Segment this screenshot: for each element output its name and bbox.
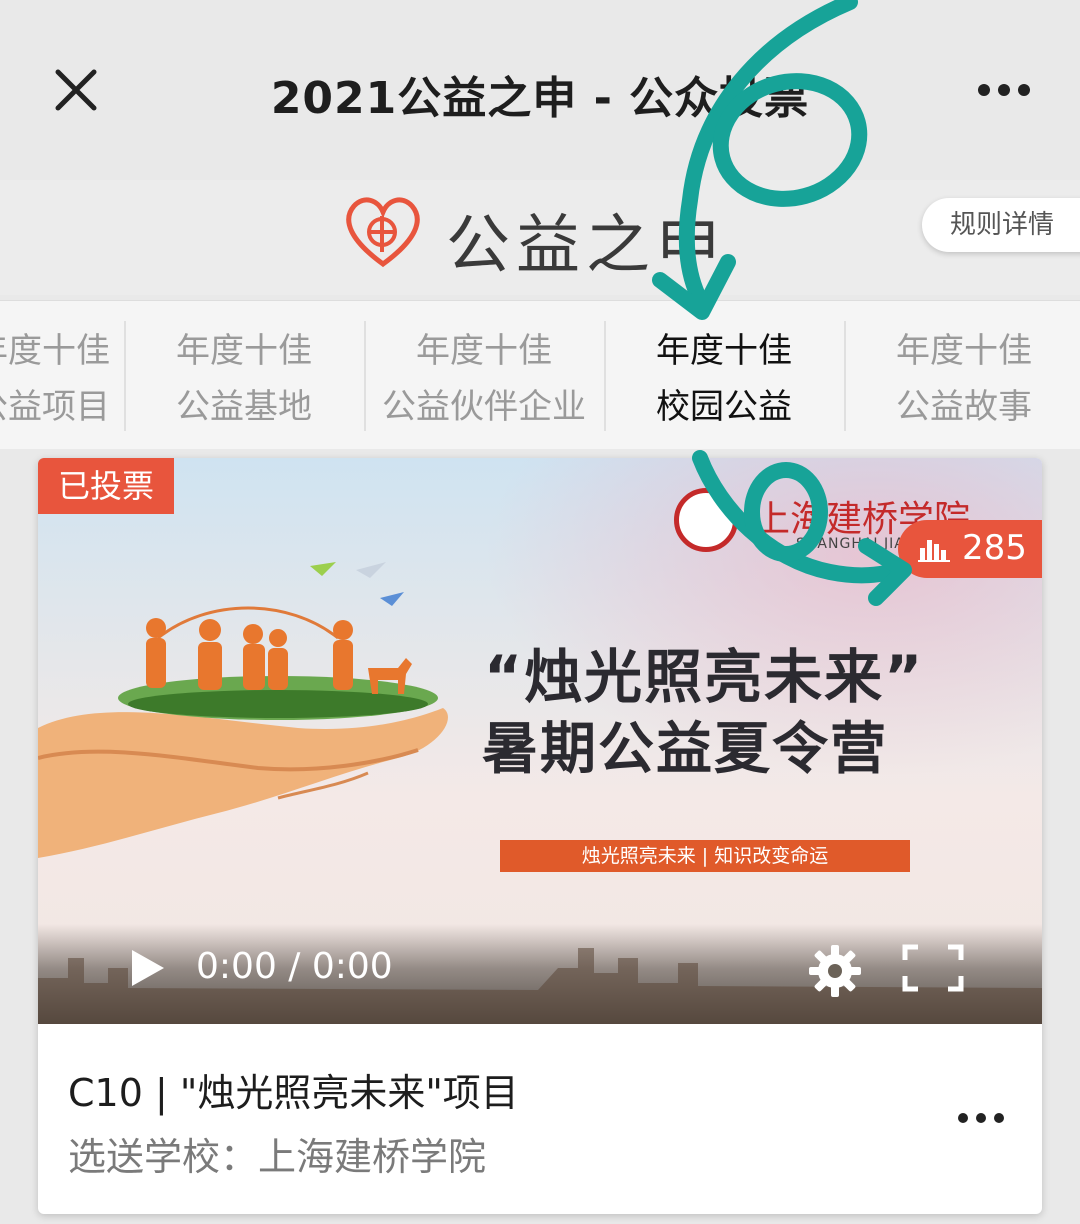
tab-welfare-story[interactable]: 年度十佳 公益故事 (844, 323, 1080, 435)
school-logo (674, 488, 738, 552)
hand-illustration (38, 562, 448, 858)
project-school: 选送学校：上海建桥学院 (68, 1135, 487, 1179)
page-title: 2021公益之申 - 公众投票 (270, 73, 810, 124)
vote-count: 285 (962, 528, 1027, 568)
project-card[interactable]: 已投票 上海建桥学院 SHANGHAI JIAN QIAO 285 “烛光照亮未… (38, 458, 1042, 1214)
vote-count-badge: 285 (898, 520, 1042, 578)
card-more-icon[interactable] (956, 1110, 1006, 1126)
brand-header: 公益之申 规则详情 (0, 180, 1080, 295)
video-headline: “烛光照亮未来” (484, 643, 925, 711)
video-player[interactable]: 已投票 上海建桥学院 SHANGHAI JIAN QIAO 285 “烛光照亮未… (38, 458, 1042, 1024)
rules-details-button[interactable]: 规则详情 (922, 198, 1080, 252)
tab-partner-enterprise[interactable]: 年度十佳 公益伙伴企业 (364, 323, 604, 435)
play-icon[interactable] (130, 948, 166, 988)
more-icon[interactable] (976, 80, 1032, 100)
gear-icon[interactable] (808, 944, 862, 998)
category-tabs: 年度十佳公益项目 年度十佳公益基地 年度十佳公益伙伴企业 年度十佳校园公益 年度… (0, 300, 1080, 449)
video-subheadline: 暑期公益夏令营 (482, 717, 888, 782)
title-bar: 2021公益之申 - 公众投票 (0, 0, 1080, 180)
bar-chart-icon (918, 540, 950, 562)
tab-campus-welfare[interactable]: 年度十佳 校园公益 (604, 323, 844, 435)
playback-time: 0:00 / 0:00 (196, 946, 393, 987)
tab-public-base[interactable]: 年度十佳 公益基地 (124, 323, 364, 435)
brand-name: 公益之申 (446, 209, 726, 283)
voted-badge: 已投票 (38, 458, 174, 514)
project-title: C10 | "烛光照亮未来"项目 (68, 1071, 519, 1115)
fullscreen-icon[interactable] (902, 944, 964, 992)
slogan-banner: 烛光照亮未来 | 知识改变命运 (500, 840, 910, 872)
city-skyline (38, 948, 1042, 1024)
heart-logo-icon (346, 197, 420, 268)
